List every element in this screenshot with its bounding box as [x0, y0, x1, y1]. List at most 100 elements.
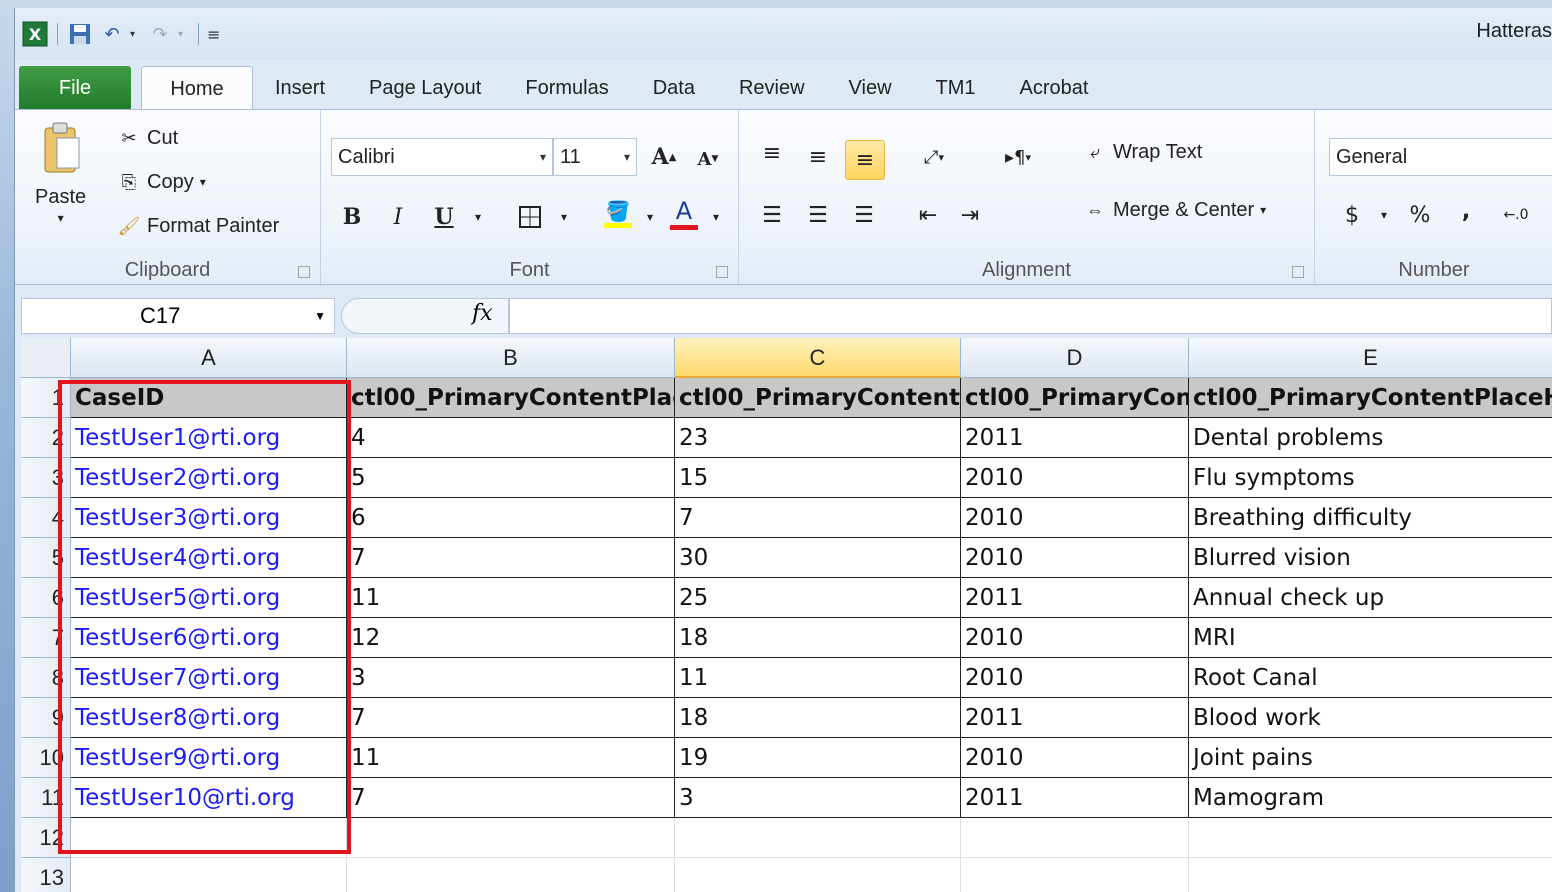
table-cell[interactable]: 18 — [675, 618, 961, 658]
align-middle-button[interactable]: ≡ — [801, 140, 835, 174]
wrap-text-button[interactable]: ⤶ Wrap Text — [1083, 140, 1202, 164]
table-cell[interactable]: 7 — [675, 498, 961, 538]
decrease-indent-button[interactable]: ⇤ — [911, 198, 945, 232]
tab-formulas[interactable]: Formulas — [503, 66, 630, 110]
copy-button[interactable]: ⎘ Copy ▾ — [117, 170, 206, 194]
table-cell[interactable]: Dental problems — [1189, 418, 1552, 458]
table-cell[interactable] — [1189, 818, 1552, 858]
tab-review[interactable]: Review — [717, 66, 827, 110]
copy-dropdown-icon[interactable]: ▾ — [200, 175, 206, 189]
table-cell[interactable]: 11 — [347, 578, 675, 618]
table-cell[interactable]: 15 — [675, 458, 961, 498]
table-cell[interactable]: 2010 — [961, 658, 1189, 698]
table-cell[interactable]: 2010 — [961, 538, 1189, 578]
currency-button[interactable]: $ — [1335, 198, 1369, 232]
currency-dropdown-icon[interactable]: ▾ — [1367, 198, 1401, 232]
bold-button[interactable]: B — [335, 200, 369, 234]
chevron-down-icon[interactable]: ▾ — [540, 139, 546, 175]
excel-logo-icon[interactable]: X — [21, 20, 49, 48]
email-link-cell[interactable]: TestUser1@rti.org — [71, 418, 347, 458]
column-header-b[interactable]: B — [347, 338, 675, 378]
table-cell[interactable]: Annual check up — [1189, 578, 1552, 618]
table-cell[interactable]: 2011 — [961, 418, 1189, 458]
tab-data[interactable]: Data — [631, 66, 717, 110]
column-header-c[interactable]: C — [675, 338, 961, 378]
email-link-cell[interactable]: TestUser4@rti.org — [71, 538, 347, 578]
header-cell[interactable]: ctl00_PrimaryContentP — [675, 378, 961, 418]
email-link-cell[interactable]: TestUser8@rti.org — [71, 698, 347, 738]
table-cell[interactable] — [71, 818, 347, 858]
italic-button[interactable]: I — [381, 200, 415, 234]
column-header-e[interactable]: E — [1189, 338, 1552, 378]
alignment-launcher-icon[interactable] — [1292, 266, 1304, 278]
font-color-dropdown-icon[interactable]: ▾ — [699, 200, 733, 234]
header-cell[interactable]: CaseID — [71, 378, 347, 418]
cut-button[interactable]: ✂ Cut — [117, 126, 178, 150]
table-cell[interactable]: Breathing difficulty — [1189, 498, 1552, 538]
undo-dropdown-icon[interactable]: ▾ — [130, 29, 142, 40]
clipboard-launcher-icon[interactable] — [298, 266, 310, 278]
column-header-d[interactable]: D — [961, 338, 1189, 378]
table-cell[interactable]: 25 — [675, 578, 961, 618]
email-link-cell[interactable]: TestUser7@rti.org — [71, 658, 347, 698]
email-link-cell[interactable]: TestUser3@rti.org — [71, 498, 347, 538]
table-cell[interactable]: 18 — [675, 698, 961, 738]
increase-decimal-button[interactable]: ←.0 — [1499, 198, 1533, 232]
table-cell[interactable]: MRI — [1189, 618, 1552, 658]
row-header[interactable]: 8 — [21, 658, 71, 698]
email-link-cell[interactable]: TestUser2@rti.org — [71, 458, 347, 498]
tab-page-layout[interactable]: Page Layout — [347, 66, 503, 110]
table-cell[interactable]: 23 — [675, 418, 961, 458]
table-cell[interactable]: Flu symptoms — [1189, 458, 1552, 498]
table-cell[interactable] — [675, 818, 961, 858]
table-cell[interactable]: Joint pains — [1189, 738, 1552, 778]
table-cell[interactable]: 7 — [347, 778, 675, 818]
table-cell[interactable]: 11 — [347, 738, 675, 778]
table-cell[interactable]: 7 — [347, 538, 675, 578]
align-right-button[interactable]: ☰ — [847, 198, 881, 232]
number-format-combo[interactable]: General — [1329, 138, 1552, 176]
formula-input[interactable] — [509, 298, 1552, 334]
table-cell[interactable] — [347, 818, 675, 858]
tab-insert[interactable]: Insert — [253, 66, 347, 110]
align-top-button[interactable]: ≡ — [755, 136, 789, 170]
select-all-corner[interactable] — [21, 338, 71, 378]
table-cell[interactable]: 2010 — [961, 738, 1189, 778]
tab-acrobat[interactable]: Acrobat — [998, 66, 1111, 110]
shrink-font-button[interactable]: A ▼ — [691, 142, 725, 176]
row-header[interactable]: 3 — [21, 458, 71, 498]
tab-tm1[interactable]: TM1 — [914, 66, 998, 110]
email-link-cell[interactable]: TestUser9@rti.org — [71, 738, 347, 778]
row-header[interactable]: 5 — [21, 538, 71, 578]
table-cell[interactable]: Blurred vision — [1189, 538, 1552, 578]
underline-dropdown-icon[interactable]: ▾ — [461, 200, 495, 234]
table-cell[interactable]: 2010 — [961, 498, 1189, 538]
format-painter-button[interactable]: 🖌 Format Painter — [117, 214, 280, 238]
row-header[interactable]: 11 — [21, 778, 71, 818]
table-cell[interactable]: 7 — [347, 698, 675, 738]
align-center-button[interactable]: ☰ — [801, 198, 835, 232]
table-cell[interactable]: 4 — [347, 418, 675, 458]
table-cell[interactable] — [1189, 858, 1552, 892]
percent-button[interactable]: % — [1403, 198, 1437, 232]
row-header[interactable]: 7 — [21, 618, 71, 658]
borders-button[interactable] — [513, 200, 547, 234]
table-cell[interactable]: 2011 — [961, 698, 1189, 738]
row-header[interactable]: 9 — [21, 698, 71, 738]
header-cell[interactable]: ctl00_PrimaryContentPlaceH — [1189, 378, 1552, 418]
align-bottom-button[interactable]: ≡ — [845, 140, 885, 180]
table-cell[interactable]: 2010 — [961, 618, 1189, 658]
underline-button[interactable]: U — [427, 200, 461, 234]
row-header[interactable]: 12 — [21, 818, 71, 858]
email-link-cell[interactable]: TestUser5@rti.org — [71, 578, 347, 618]
increase-indent-button[interactable]: ⇥ — [953, 198, 987, 232]
merge-center-button[interactable]: ⇔ Merge & Center ▾ — [1083, 198, 1266, 222]
table-cell[interactable]: Mamogram — [1189, 778, 1552, 818]
table-cell[interactable]: 2011 — [961, 778, 1189, 818]
table-cell[interactable] — [71, 858, 347, 892]
insert-function-icon[interactable]: fx — [472, 301, 493, 326]
chevron-down-icon[interactable]: ▼ — [314, 299, 326, 333]
grow-font-button[interactable]: A ▲ — [647, 140, 681, 174]
row-header[interactable]: 2 — [21, 418, 71, 458]
table-cell[interactable]: 11 — [675, 658, 961, 698]
